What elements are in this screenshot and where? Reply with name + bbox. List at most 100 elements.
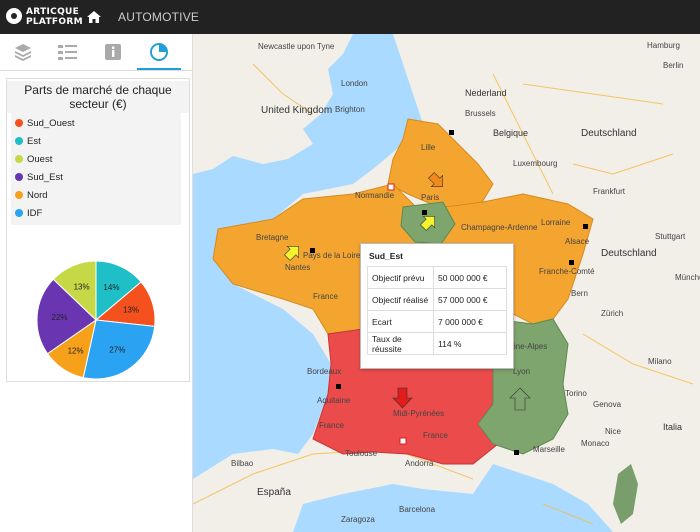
- tooltip-row: Objectif réalisé 57 000 000 €: [367, 288, 507, 311]
- legend-item[interactable]: Ouest: [11, 151, 181, 169]
- legend-swatch: [15, 137, 23, 145]
- legend-swatch: [15, 119, 23, 127]
- svg-text:Bilbao: Bilbao: [231, 459, 254, 468]
- chart-legend: Sud_Ouest Est Ouest Sud_Est Nord IDF: [11, 113, 181, 225]
- logo[interactable]: ARTICQUE PLATFORM: [6, 6, 83, 28]
- region-marker: [399, 437, 407, 445]
- svg-text:Newcastle upon Tyne: Newcastle upon Tyne: [258, 42, 335, 51]
- tab-chart[interactable]: [137, 34, 181, 70]
- legend-item[interactable]: Nord: [11, 187, 181, 205]
- pie-data-label: 27%: [109, 346, 125, 355]
- svg-text:Bern: Bern: [571, 289, 588, 298]
- chart-title: Parts de marché de chaque secteur (€): [7, 81, 189, 113]
- legend-label: IDF: [27, 208, 43, 219]
- tab-layers[interactable]: [1, 34, 45, 69]
- logo-line1: ARTICQUE: [26, 7, 80, 17]
- svg-text:München: München: [675, 273, 700, 282]
- svg-text:Deutschland: Deutschland: [581, 128, 637, 139]
- svg-text:France: France: [313, 292, 338, 301]
- svg-text:Franche-Comté: Franche-Comté: [539, 267, 595, 276]
- legend-item[interactable]: Est: [11, 133, 181, 151]
- pie-chart: 14% 13% 27% 12% 22% 13%: [36, 260, 156, 380]
- top-bar: ARTICQUE PLATFORM AUTOMOTIVE: [0, 0, 700, 34]
- svg-text:Paris: Paris: [421, 193, 439, 202]
- pie-data-label: 12%: [68, 346, 84, 355]
- logo-mark-icon: [6, 8, 22, 24]
- svg-text:France: France: [423, 431, 448, 440]
- svg-text:Nederland: Nederland: [465, 88, 507, 98]
- legend-item[interactable]: IDF: [11, 205, 181, 223]
- svg-text:Zürich: Zürich: [601, 309, 623, 318]
- nav-title[interactable]: AUTOMOTIVE: [118, 10, 199, 24]
- tooltip-value: 50 000 000 €: [433, 266, 507, 289]
- svg-text:Milano: Milano: [648, 357, 672, 366]
- svg-text:Monaco: Monaco: [581, 439, 610, 448]
- pie-data-label: 13%: [74, 282, 90, 291]
- legend-item[interactable]: Sud_Ouest: [11, 115, 181, 133]
- svg-text:United Kingdom: United Kingdom: [261, 105, 332, 116]
- svg-text:Nantes: Nantes: [285, 263, 310, 272]
- tooltip-row: Objectif prévu 50 000 000 €: [367, 266, 507, 289]
- tooltip-label: Ecart: [367, 310, 434, 333]
- svg-text:Toulouse: Toulouse: [345, 449, 378, 458]
- logo-line2: PLATFORM: [26, 17, 83, 27]
- list-icon: [58, 45, 77, 60]
- svg-text:Lorraine: Lorraine: [541, 218, 571, 227]
- svg-text:Lyon: Lyon: [513, 367, 530, 376]
- tooltip-label: Objectif prévu: [367, 266, 434, 289]
- svg-text:Bordeaux: Bordeaux: [307, 367, 341, 376]
- svg-text:Torino: Torino: [565, 389, 587, 398]
- tooltip-table: Objectif prévu 50 000 000 € Objectif réa…: [367, 266, 507, 355]
- pie-data-label: 14%: [103, 283, 119, 292]
- layers-icon: [15, 44, 31, 61]
- svg-text:Zaragoza: Zaragoza: [341, 515, 375, 524]
- svg-text:Genova: Genova: [593, 400, 622, 409]
- tooltip-value: 7 000 000 €: [433, 310, 507, 333]
- legend-item[interactable]: Sud_Est: [11, 169, 181, 187]
- legend-swatch: [15, 191, 23, 199]
- tab-list[interactable]: [45, 34, 89, 69]
- chart-panel: Parts de marché de chaque secteur (€) Su…: [6, 78, 190, 382]
- tooltip-label: Objectif réalisé: [367, 288, 434, 311]
- legend-swatch: [15, 209, 23, 217]
- info-icon: [105, 44, 121, 60]
- svg-text:Pays de la Loire: Pays de la Loire: [303, 251, 361, 260]
- svg-text:Bretagne: Bretagne: [256, 233, 289, 242]
- pie-chart-icon: [150, 43, 168, 61]
- tooltip-row: Taux de réussite 114 %: [367, 332, 507, 355]
- region-tooltip: Sud_Est Objectif prévu 50 000 000 € Obje…: [360, 243, 514, 369]
- tooltip-title: Sud_Est: [369, 251, 404, 261]
- svg-text:Normandie: Normandie: [355, 191, 395, 200]
- region-marker: [387, 183, 395, 191]
- svg-text:España: España: [257, 487, 291, 498]
- svg-text:Berlin: Berlin: [663, 61, 683, 70]
- svg-text:Lille: Lille: [421, 143, 436, 152]
- svg-text:Alsace: Alsace: [565, 237, 590, 246]
- legend-label: Sud_Ouest: [27, 118, 75, 129]
- sidebar-tabs: [0, 34, 192, 71]
- svg-text:Midi-Pyrénées: Midi-Pyrénées: [393, 409, 444, 418]
- legend-label: Sud_Est: [27, 172, 63, 183]
- uk-land: [193, 34, 353, 174]
- svg-text:Brighton: Brighton: [335, 105, 365, 114]
- svg-text:Belgique: Belgique: [493, 128, 528, 138]
- svg-text:Stuttgart: Stuttgart: [655, 232, 686, 241]
- tooltip-value: 57 000 000 €: [433, 288, 507, 311]
- tooltip-value: 114 %: [433, 332, 507, 355]
- svg-text:Champagne-Ardenne: Champagne-Ardenne: [461, 223, 538, 232]
- svg-text:Frankfurt: Frankfurt: [593, 187, 626, 196]
- svg-text:Andorra: Andorra: [405, 459, 434, 468]
- home-icon[interactable]: [86, 9, 102, 25]
- svg-text:London: London: [341, 79, 368, 88]
- svg-text:Italia: Italia: [663, 422, 682, 432]
- legend-label: Est: [27, 136, 41, 147]
- svg-text:Luxembourg: Luxembourg: [513, 159, 557, 168]
- svg-text:Hamburg: Hamburg: [647, 41, 680, 50]
- svg-text:Deutschland: Deutschland: [601, 248, 657, 259]
- legend-label: Nord: [27, 190, 48, 201]
- svg-text:France: France: [319, 421, 344, 430]
- tab-info[interactable]: [91, 34, 135, 69]
- legend-label: Ouest: [27, 154, 53, 165]
- pie-data-label: 13%: [123, 305, 139, 314]
- svg-text:Barcelona: Barcelona: [399, 505, 436, 514]
